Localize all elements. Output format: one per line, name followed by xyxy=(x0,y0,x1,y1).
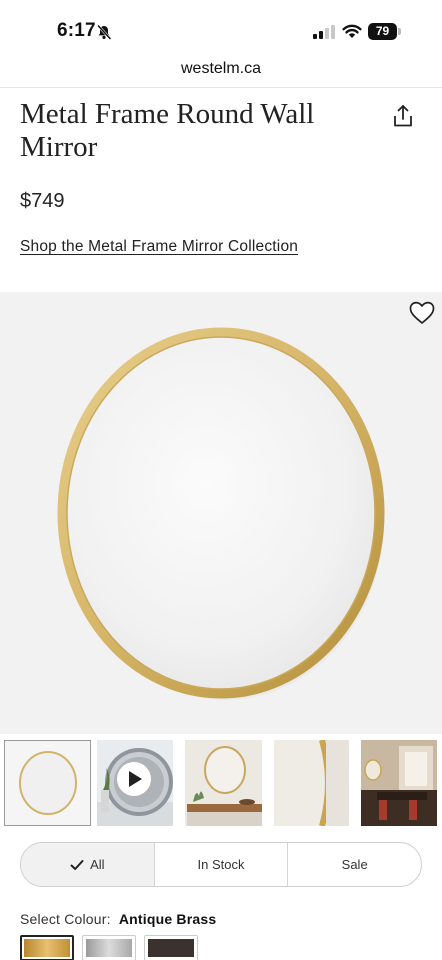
filter-all-label: All xyxy=(90,857,105,872)
filter-in-stock-label: In Stock xyxy=(197,857,245,872)
colour-selector-label: Select Colour: Antique Brass xyxy=(20,911,216,927)
selected-colour: Antique Brass xyxy=(118,911,217,927)
status-bar: 6:17 79 xyxy=(0,0,442,60)
colour-label: Select Colour: xyxy=(20,911,111,927)
availability-filter: All In Stock Sale xyxy=(20,842,422,887)
mute-bell-icon xyxy=(97,24,112,40)
thumbnail-4[interactable] xyxy=(274,740,349,826)
collection-link[interactable]: Shop the Metal Frame Mirror Collection xyxy=(20,238,298,256)
filter-in-stock[interactable]: In Stock xyxy=(153,843,288,886)
share-icon[interactable] xyxy=(392,104,414,128)
battery-icon: 79 xyxy=(368,23,401,40)
swatch-antique-brass[interactable] xyxy=(20,935,74,960)
product-main-image[interactable] xyxy=(0,292,442,734)
thumbnail-strip xyxy=(0,740,442,828)
thumbnail-2-video[interactable] xyxy=(97,740,173,826)
filter-all[interactable]: All xyxy=(21,843,154,886)
address-bar[interactable]: westelm.ca xyxy=(0,60,442,88)
signal-icon xyxy=(313,25,335,39)
heart-icon[interactable] xyxy=(409,301,435,325)
swatch-dark-bronze[interactable] xyxy=(144,935,198,960)
filter-sale-label: Sale xyxy=(341,857,368,872)
checkmark-icon xyxy=(70,859,84,870)
wifi-icon xyxy=(342,24,362,38)
swatch-silver[interactable] xyxy=(82,935,136,960)
product-price: $749 xyxy=(20,190,65,212)
thumbnail-5[interactable] xyxy=(361,740,437,826)
filter-sale[interactable]: Sale xyxy=(287,843,421,886)
battery-level: 79 xyxy=(368,23,397,40)
mirror-image xyxy=(57,327,385,700)
thumbnail-3[interactable] xyxy=(185,740,262,826)
thumbnail-1[interactable] xyxy=(4,740,91,826)
status-time: 6:17 xyxy=(57,20,96,41)
product-title: Metal Frame Round Wall Mirror xyxy=(20,98,315,163)
